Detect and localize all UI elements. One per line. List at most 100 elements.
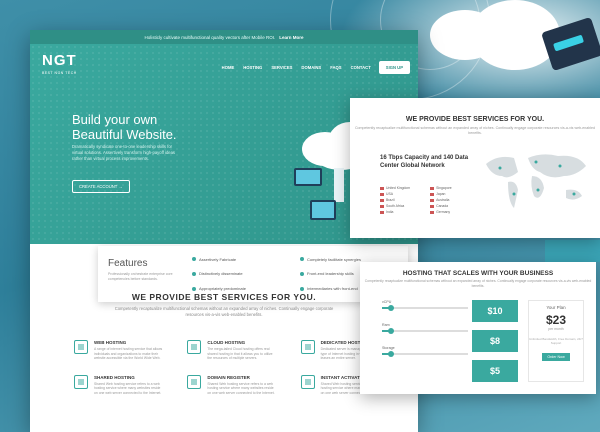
storage-price: $5 [472,360,518,382]
slider-track[interactable] [382,328,468,334]
service-desc: Shared Web hosting service refers to a w… [94,381,162,395]
storage-slider[interactable]: Storage [382,346,468,357]
feature-label: Assertively Fabricate [199,256,237,262]
instant-activation-icon [300,374,315,389]
service-title: CLOUD HOSTING [207,340,246,345]
pricing-title: HOSTING THAT SCALES WITH YOUR BUSINESS [402,270,554,277]
resource-sliders: vCPU Ram Storage [382,300,468,369]
feature-item: Assertively Fabricate [192,254,294,265]
announcement-bar: Holisticly cultivate multifunctional qua… [30,30,418,44]
feature-label: Distinctively disseminate [199,271,243,277]
slider-knob[interactable] [387,328,394,334]
background-panel [545,240,600,262]
learn-more-link[interactable]: Learn More [279,35,303,40]
ram-slider[interactable]: Ram [382,323,468,334]
cloud-hosting-icon [187,340,202,354]
nav-item-services[interactable]: SERVICES [271,65,292,70]
main-nav: NGT BEST NGN TECH HOME HOSTING SERVICES … [42,53,410,79]
ram-price: $8 [472,330,518,352]
pricing-mockup: HOSTING THAT SCALES WITH YOUR BUSINESS C… [360,262,596,394]
location-item: Canada [430,204,460,208]
domain-register-icon [187,374,202,389]
order-now-button[interactable]: Order Now [542,353,570,361]
service-title: WEB HOSTING [94,340,127,345]
feature-label: Intermediaries with front-end [307,286,358,292]
location-item: South Africa [380,204,410,208]
nav-item-home[interactable]: HOME [222,65,235,70]
service-card[interactable]: SHARED HOSTING Shared Web hosting service… [74,374,187,396]
datacenter-subtitle: Competently recaptualize multifunctional… [354,126,596,135]
plan-summary: Your Plan $23 per month Unlimited Bandwi… [528,300,584,382]
nav-item-contact[interactable]: CONTACT [351,65,371,70]
slider-label: Ram [382,323,390,327]
dedicated-hosting-icon [300,340,315,354]
vcpu-price: $10 [472,300,518,322]
datacenter-mockup: WE PROVIDE BEST SERVICES FOR YOU. Compet… [350,98,600,238]
plan-label: Your Plan [546,305,566,310]
plan-fine-print: Unlimited Bandwidth, Free Domain, 24/7 S… [529,337,583,345]
shared-hosting-icon [74,374,88,389]
vcpu-slider[interactable]: vCPU [382,300,468,311]
check-icon [300,271,304,276]
feature-label: Completely facilitate synergies [307,256,362,262]
service-card[interactable]: WEB HOSTING A range of internet hosting s… [74,340,187,361]
services-subtitle: Competently recaptualize multifunctional… [114,306,334,317]
hero-title-line1: Build your own [72,112,158,127]
slider-label: Storage [382,346,395,350]
nav-item-domains[interactable]: DOMAINS [301,65,321,70]
check-icon [192,271,196,276]
service-desc: A range of internet hosting service that… [94,347,163,361]
logo[interactable]: NGT BEST NGN TECH [42,53,77,79]
location-item: USA [380,192,410,196]
hero-title-line2: Beautiful Website. [72,127,177,142]
datacenter-title: WE PROVIDE BEST SERVICES FOR YOU. [405,116,545,123]
monitor-icon [310,200,336,220]
price-boxes: $10 $8 $5 [472,300,518,390]
check-icon [192,286,196,291]
plan-period: per month [548,327,564,331]
upload-arrow-icon [334,168,344,202]
service-title: DOMAIN REGISTER [207,374,250,380]
logo-tagline: BEST NGN TECH [42,71,77,75]
pricing-subtitle: Competently recaptualize multifunctional… [364,279,592,288]
slider-track[interactable] [382,305,468,311]
signup-button[interactable]: SIGN UP [378,60,410,74]
web-hosting-icon [74,340,88,354]
slider-track[interactable] [382,351,468,357]
laptop-icon [294,168,322,186]
check-icon [300,257,304,262]
nav-item-hosting[interactable]: HOSTING [243,65,262,70]
slider-knob[interactable] [387,305,394,311]
location-item: United Kingdom [380,186,410,190]
plan-amount: $23 [545,313,567,327]
network-title: 16 Tbps Capacity and 140 Data Center Glo… [380,155,469,169]
check-icon [192,257,196,262]
slider-label: vCPU [382,300,392,304]
location-item: Brazil [380,198,410,202]
service-title: SHARED HOSTING [94,374,135,380]
location-list: United Kingdom Singapore USA Japan Brazi… [380,186,460,214]
location-item: Japan [430,192,460,196]
slider-knob[interactable] [387,351,394,357]
feature-label: Appropriately predominate [199,286,246,292]
features-description: Professionally orchestrate enterprise co… [108,272,173,281]
check-icon [300,286,304,291]
service-desc: Shared Web hosting service refers to a w… [207,381,275,395]
hero-description: Dramatically syndicate one-to-one leader… [72,144,176,161]
location-item: India [380,210,410,214]
location-item: Singapore [430,186,460,190]
feature-item: Distinctively disseminate [192,269,294,280]
feature-label: Front-end leadership skills [307,271,354,277]
location-item: Germany [430,210,460,214]
service-desc: The mega-tailed Cloud hosting offers rea… [207,347,273,361]
features-title: Features [108,258,148,269]
hero-title: Build your own Beautiful Website. [72,112,177,142]
location-item: Australia [430,198,460,202]
announcement-text: Holisticly cultivate multifunctional qua… [144,34,276,40]
nav-item-faqs[interactable]: FAQS [330,65,341,70]
create-account-button[interactable]: CREATE ACCOUNT → [72,180,130,193]
service-card[interactable]: DOMAIN REGISTER Shared Web hosting servic… [187,374,300,396]
world-map [486,154,586,208]
nav-menu: HOME HOSTING SERVICES DOMAINS FAQS CONTA… [222,65,371,70]
service-card[interactable]: CLOUD HOSTING The mega-tailed Cloud hosti… [187,340,300,361]
